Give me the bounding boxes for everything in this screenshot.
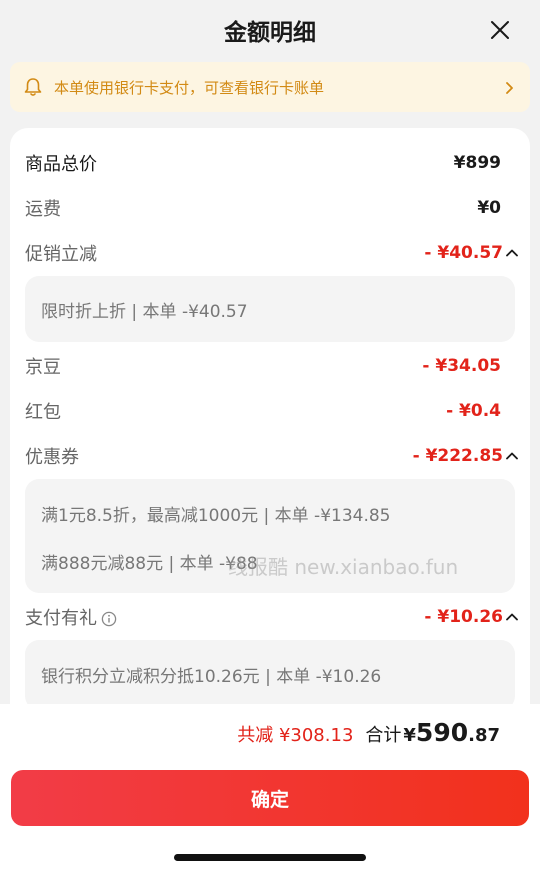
close-icon	[491, 21, 509, 39]
chevron-up-icon[interactable]	[505, 449, 519, 463]
footer-bar: 共减 ¥308.13 合计 ¥ 590 .87 确定	[0, 704, 540, 872]
goods-total-value: ¥899	[453, 153, 501, 173]
total-amount-decimal: .87	[468, 725, 500, 746]
total-amount-integer: 590	[415, 718, 469, 747]
coupon-value: - ¥222.85	[412, 446, 503, 466]
shipping-row: 运费 ¥0	[25, 193, 501, 223]
jingdou-label: 京豆	[25, 357, 61, 378]
pay-gift-row[interactable]: 支付有礼 - ¥10.26	[25, 602, 519, 632]
promo-value: - ¥40.57	[424, 243, 503, 263]
bank-card-notice[interactable]: 本单使用银行卡支付，可查看银行卡账单	[10, 62, 530, 112]
hongbao-row: 红包 - ¥0.4	[25, 396, 501, 426]
jingdou-row: 京豆 - ¥34.05	[25, 351, 501, 381]
promo-value-group: - ¥40.57	[424, 243, 519, 263]
promo-row[interactable]: 促销立减 - ¥40.57	[25, 238, 519, 268]
confirm-button[interactable]: 确定	[11, 770, 529, 826]
close-button[interactable]	[484, 14, 516, 46]
coupon-label: 优惠券	[25, 447, 79, 468]
pay-gift-detail-box: 银行积分立减积分抵10.26元 | 本单 -¥10.26	[25, 640, 515, 710]
goods-total-label: 商品总价	[25, 154, 97, 175]
hongbao-value: - ¥0.4	[446, 401, 501, 421]
hongbao-label: 红包	[25, 402, 61, 423]
header: 金额明细	[0, 0, 540, 60]
promo-detail-box: 限时折上折 | 本单 -¥40.57	[25, 276, 515, 342]
coupon-row[interactable]: 优惠券 - ¥222.85	[25, 441, 519, 471]
pay-gift-label-group: 支付有礼	[25, 604, 117, 630]
chevron-right-icon	[502, 80, 516, 94]
notice-text: 本单使用银行卡支付，可查看银行卡账单	[54, 78, 325, 97]
page-title: 金额明细	[224, 20, 316, 46]
coupon-detail-line: 满1元8.5折，最高减1000元 | 本单 -¥134.85	[41, 506, 391, 526]
promo-label: 促销立减	[25, 244, 97, 265]
goods-total-row: 商品总价 ¥899	[25, 148, 501, 178]
pay-gift-value: - ¥10.26	[424, 607, 503, 627]
total-currency: ¥	[403, 725, 416, 746]
coupon-detail-line: 满888元减88元 | 本单 -¥88	[41, 554, 258, 574]
watermark: 线报酷 new.xianbao.fun	[228, 555, 459, 579]
total-label: 合计	[365, 725, 402, 746]
coupon-value-group: - ¥222.85	[413, 446, 519, 466]
pay-gift-value-group: - ¥10.26	[424, 607, 519, 627]
chevron-up-icon[interactable]	[505, 610, 519, 624]
chevron-up-icon[interactable]	[505, 246, 519, 260]
pay-gift-detail-text: 银行积分立减积分抵10.26元 | 本单 -¥10.26	[41, 667, 382, 687]
home-indicator	[174, 854, 366, 861]
bell-icon	[24, 76, 46, 98]
jingdou-value: - ¥34.05	[422, 356, 501, 376]
pay-gift-label: 支付有礼	[25, 608, 97, 629]
info-icon[interactable]	[101, 611, 117, 627]
total-summary: 共减 ¥308.13 合计 ¥ 590 .87	[237, 718, 500, 747]
promo-detail-text: 限时折上折 | 本单 -¥40.57	[41, 302, 248, 322]
total-saved: 共减 ¥308.13	[237, 725, 354, 746]
shipping-label: 运费	[25, 199, 61, 220]
amount-detail-card: 商品总价 ¥899 运费 ¥0 促销立减 - ¥40.57 限时折上折 | 本单…	[10, 128, 530, 728]
shipping-value: ¥0	[477, 198, 501, 218]
